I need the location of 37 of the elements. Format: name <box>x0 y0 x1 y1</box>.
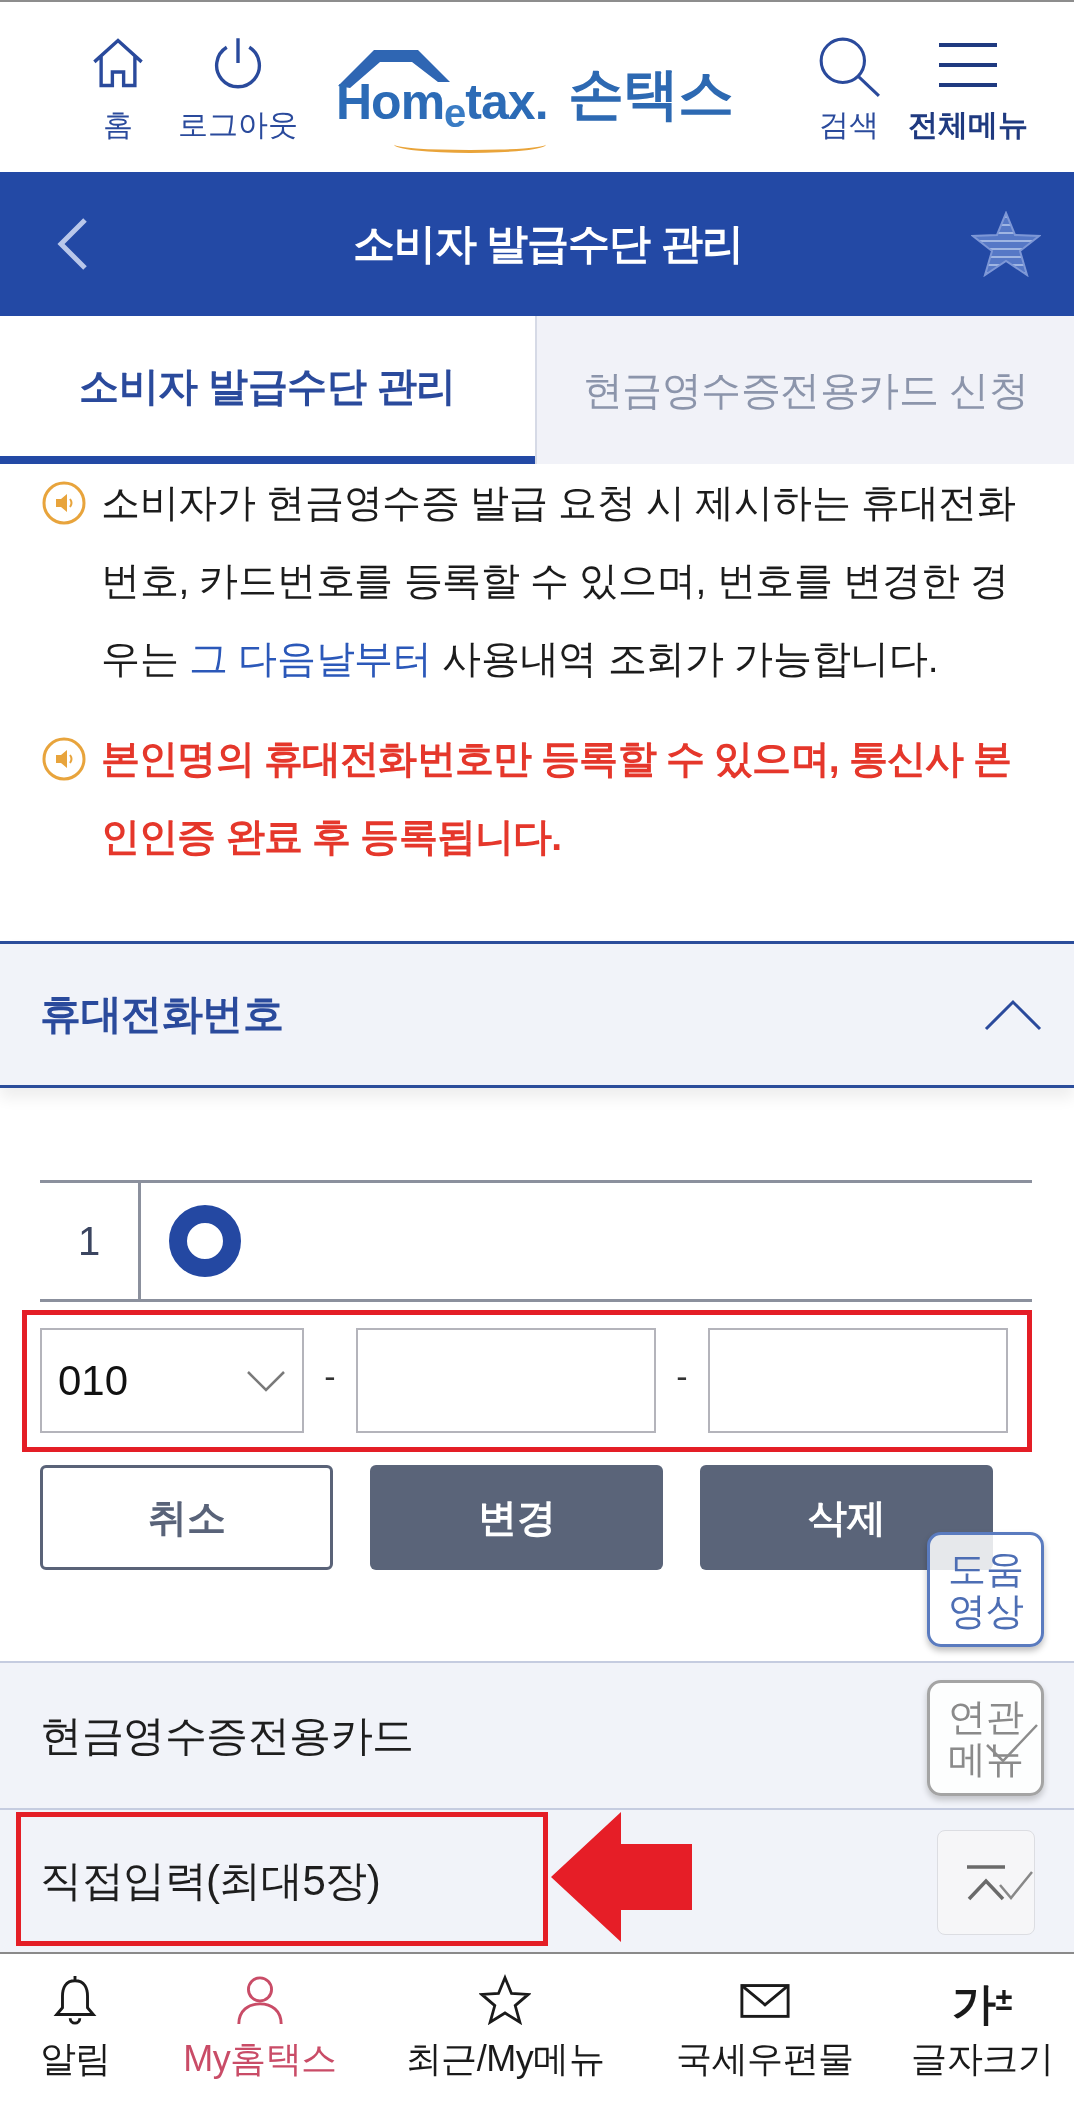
star-icon <box>479 1974 531 2026</box>
text-size-glyph: 가$^{±}$ <box>951 1978 1013 2026</box>
chevron-left-icon[interactable] <box>55 216 89 272</box>
menu-icon <box>939 42 997 88</box>
home-icon <box>91 36 145 90</box>
nav-item[interactable]: 최근/My메뉴 <box>370 1954 640 2108</box>
logout-button[interactable]: 로그아웃 <box>168 36 308 146</box>
home-button[interactable]: 홈 <box>68 36 168 146</box>
menu-button[interactable]: 전체메뉴 <box>903 36 1033 146</box>
logo-wordmark: Hom$_{e}$tax. <box>336 76 552 155</box>
action-button[interactable]: 취소 <box>40 1465 333 1570</box>
notice-text: 본인명의 휴대전화번호만 등록할 수 있으며, 통신사 본인인증 완료 후 등록됩니다. <box>101 736 1013 860</box>
input-field[interactable] <box>708 1328 1008 1433</box>
page-title: 소비자 발급수단 관리 <box>352 219 744 269</box>
star-icon[interactable] <box>971 211 1041 277</box>
chevron-down-icon <box>246 1369 286 1392</box>
person-icon <box>234 1974 286 2026</box>
dropdown-select[interactable]: 010 <box>40 1328 304 1433</box>
nav-item[interactable]: 국세우편물 <box>640 1954 890 2108</box>
notice-text: 소비자가 현금영수증 발급 요청 시 제시하는 휴대전화번호, 카드번호를 등록할 수 있으며, 번호를 변경한 경우는 그 다음날부터 사용내역 조회가 가능합니다. <box>101 480 1017 682</box>
accordion-header[interactable]: 휴대전화번호 <box>0 941 1074 1088</box>
list-item[interactable]: 직접입력(최대5장) <box>0 1808 1074 1952</box>
search-button[interactable]: 검색 <box>799 36 899 146</box>
app-name: 손택스 <box>567 64 733 124</box>
dash-separator: - <box>323 1355 337 1397</box>
row-number: 1 <box>40 1183 141 1299</box>
nav-item[interactable]: My홈택스 <box>150 1954 370 2108</box>
action-button[interactable]: 변경 <box>370 1465 663 1570</box>
nav-item[interactable]: 알림 <box>0 1954 150 2108</box>
dash-separator: - <box>675 1355 689 1397</box>
check-icon <box>998 1869 1034 1901</box>
nav-item[interactable]: 가$^{±}$ 글자크기 <box>890 1954 1074 2108</box>
scroll-top-button[interactable] <box>937 1830 1035 1935</box>
speaker-icon <box>42 481 86 525</box>
help-video-button[interactable]: 도움영상 <box>927 1532 1044 1647</box>
speaker-icon <box>42 737 86 781</box>
input-field[interactable] <box>356 1328 656 1433</box>
